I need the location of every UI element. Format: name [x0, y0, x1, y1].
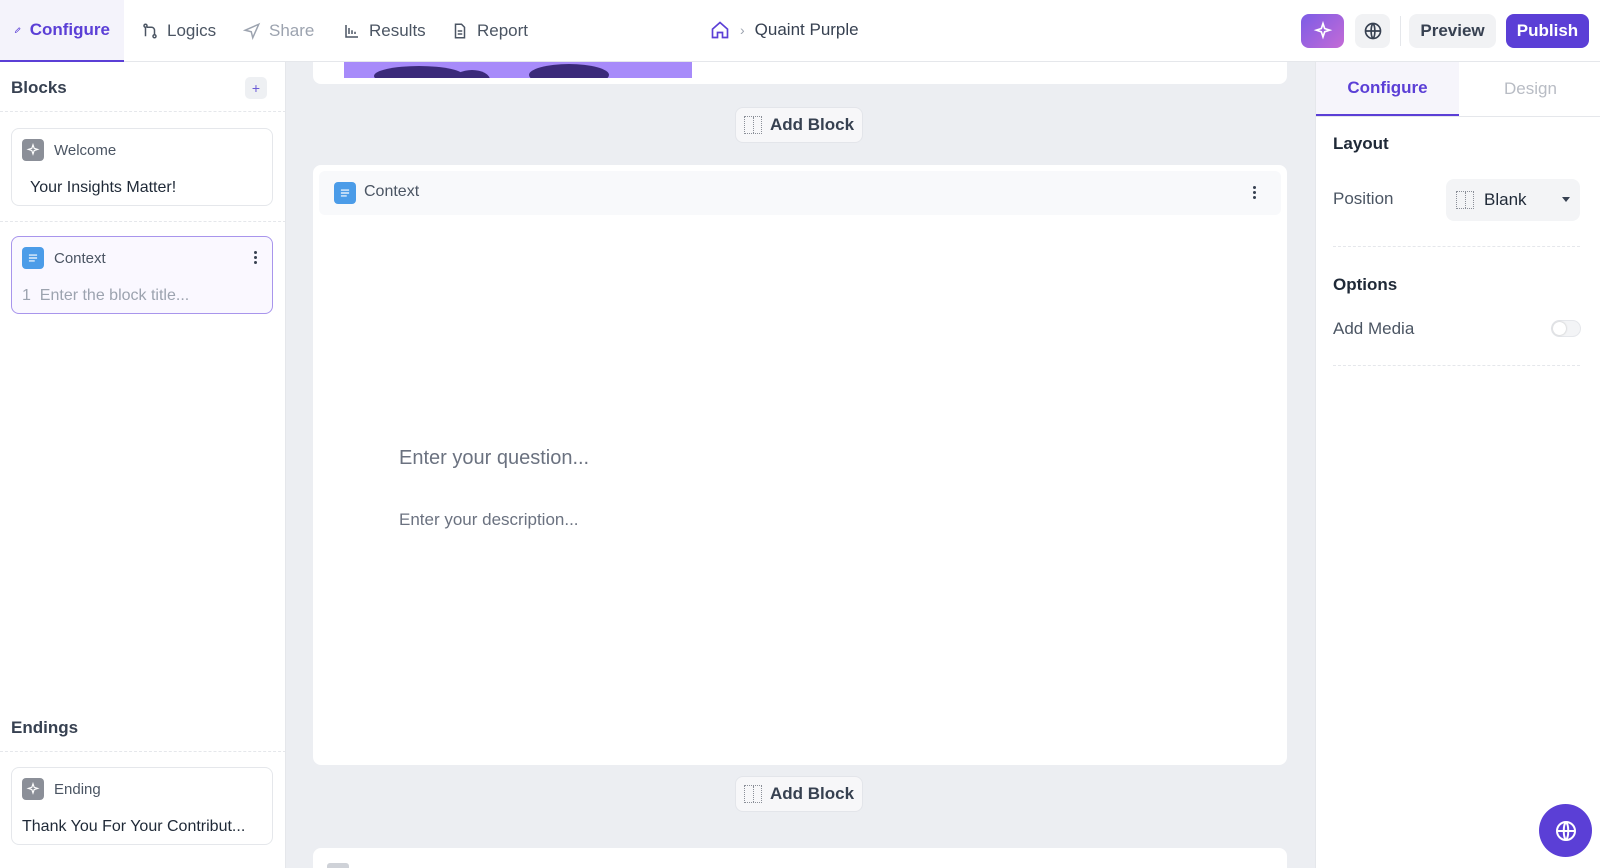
more-options-icon[interactable] [1253, 186, 1257, 201]
pencil-icon [14, 27, 21, 34]
toolbar-divider [1400, 16, 1401, 46]
position-select[interactable]: Blank [1446, 179, 1580, 221]
tab-label: Logics [167, 21, 217, 40]
block-type: Ending [22, 778, 101, 800]
block-header: Context [319, 171, 1281, 215]
context-icon [22, 247, 44, 269]
divider [0, 751, 286, 752]
block-grid-icon [743, 116, 762, 134]
lifebuoy-icon [1555, 820, 1576, 841]
block-type-label: Welcome [54, 141, 117, 159]
add-media-label: Add Media [1333, 319, 1415, 338]
ending-card[interactable]: Ending Thank You For Your Contribut... [11, 767, 273, 845]
chevron-down-icon [1562, 197, 1570, 202]
add-block-plus-button[interactable]: + [245, 77, 267, 99]
next-block-preview[interactable] [313, 848, 1287, 868]
endings-heading: Endings [11, 718, 79, 737]
blocks-sidebar: Blocks + Welcome Your Insights Matter! C… [0, 62, 286, 868]
position-label: Position [1333, 189, 1394, 208]
send-icon [243, 22, 261, 40]
block-type: Welcome [22, 139, 116, 161]
breadcrumb-separator: › [740, 22, 745, 38]
block-title-placeholder: Enter the block title... [39, 287, 190, 304]
divider [0, 221, 286, 222]
ending-icon [22, 778, 44, 800]
divider [1333, 246, 1580, 247]
panel-tab-design[interactable]: Design [1459, 62, 1600, 116]
bar-chart-icon [345, 25, 358, 38]
breadcrumb-current[interactable]: Quaint Purple [755, 20, 859, 40]
document-icon [454, 23, 466, 39]
tab-share[interactable]: Share [229, 0, 328, 62]
block-grid-icon [743, 785, 762, 803]
block-card-context[interactable]: Context 1 Enter the block title... [11, 236, 273, 314]
add-block-button[interactable]: Add Block [735, 776, 863, 812]
block-title-input[interactable]: 1 Enter the block title... [22, 287, 189, 305]
tab-label: Report [477, 21, 529, 40]
preview-button[interactable]: Preview [1409, 14, 1496, 48]
blank-layout-icon [1456, 191, 1474, 209]
add-media-toggle[interactable] [1551, 320, 1581, 337]
language-button[interactable] [1355, 14, 1390, 48]
add-block-label: Add Block [769, 784, 855, 803]
context-block[interactable]: Context Enter your question... Enter you… [313, 165, 1287, 765]
welcome-icon [22, 139, 44, 161]
home-icon[interactable] [710, 20, 730, 40]
git-branch-icon [143, 23, 157, 39]
tab-results[interactable]: Results [329, 0, 440, 62]
block-type-label: Ending [54, 780, 101, 798]
add-block-label: Add Block [769, 115, 855, 134]
tab-report[interactable]: Report [437, 0, 542, 62]
tab-label: Results [369, 21, 426, 40]
description-input[interactable]: Enter your description... [399, 510, 579, 530]
welcome-block-preview[interactable] [313, 62, 1287, 84]
block-number: 1 [22, 287, 31, 304]
more-options-icon[interactable] [254, 251, 258, 266]
ending-title: Thank You For Your Contribut... [22, 818, 246, 835]
tab-label: Configure [29, 20, 110, 39]
tab-logics[interactable]: Logics [127, 0, 230, 62]
block-title: Your Insights Matter! [30, 179, 177, 196]
settings-panel: Configure Design Layout Position Blank O… [1315, 62, 1600, 868]
divider [0, 111, 286, 112]
options-heading: Options [1333, 275, 1398, 294]
help-chat-button[interactable] [1539, 804, 1592, 857]
block-card-welcome[interactable]: Welcome Your Insights Matter! [11, 128, 273, 206]
block-type: Context [22, 247, 106, 269]
block-icon [327, 863, 349, 868]
context-icon [334, 182, 356, 204]
ai-assist-button[interactable] [1301, 14, 1344, 48]
tab-label: Share [269, 21, 315, 40]
layout-heading: Layout [1333, 134, 1389, 153]
tab-configure[interactable]: Configure [0, 0, 124, 62]
top-bar: Configure Logics Share Results Report › … [0, 0, 1600, 62]
publish-button[interactable]: Publish [1506, 14, 1589, 48]
add-block-button[interactable]: Add Block [735, 107, 863, 143]
position-value: Blank [1484, 190, 1527, 209]
divider [1316, 116, 1600, 117]
breadcrumb: › Quaint Purple [710, 20, 859, 40]
blocks-heading: Blocks [11, 78, 67, 97]
sparkle-icon [1313, 21, 1332, 40]
question-input[interactable]: Enter your question... [399, 447, 589, 470]
panel-tab-configure[interactable]: Configure [1316, 62, 1459, 116]
editor-canvas: Add Block Context Enter your question...… [286, 62, 1315, 868]
globe-icon [1364, 22, 1381, 40]
block-type-label: Context [54, 249, 106, 267]
cover-image [344, 62, 692, 78]
divider [1333, 365, 1580, 366]
block-type-label: Context [364, 183, 420, 200]
